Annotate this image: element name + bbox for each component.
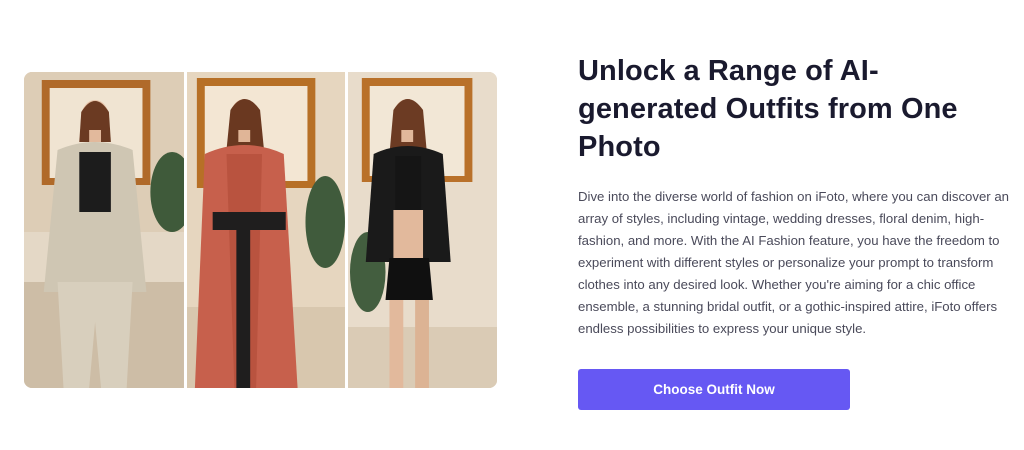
- outfit-panel-kimono: [183, 72, 345, 388]
- headline: Unlock a Range of AI-generated Outfits f…: [578, 55, 958, 163]
- outfit-panel-leather-jacket: [344, 72, 497, 388]
- choose-outfit-button[interactable]: Choose Outfit Now: [578, 369, 850, 410]
- description: Dive into the diverse world of fashion o…: [578, 189, 1010, 336]
- model-beige-coat-illustration: [24, 72, 184, 388]
- outfit-showcase-image: [24, 72, 497, 388]
- page: Unlock a Range of AI-generated Outfits f…: [0, 0, 1024, 450]
- outfit-panel-beige-coat: [24, 72, 184, 388]
- model-kimono-illustration: [186, 72, 345, 388]
- model-leather-jacket-illustration: [347, 72, 497, 388]
- content-block: Unlock a Range of AI-generated Outfits f…: [578, 52, 1018, 340]
